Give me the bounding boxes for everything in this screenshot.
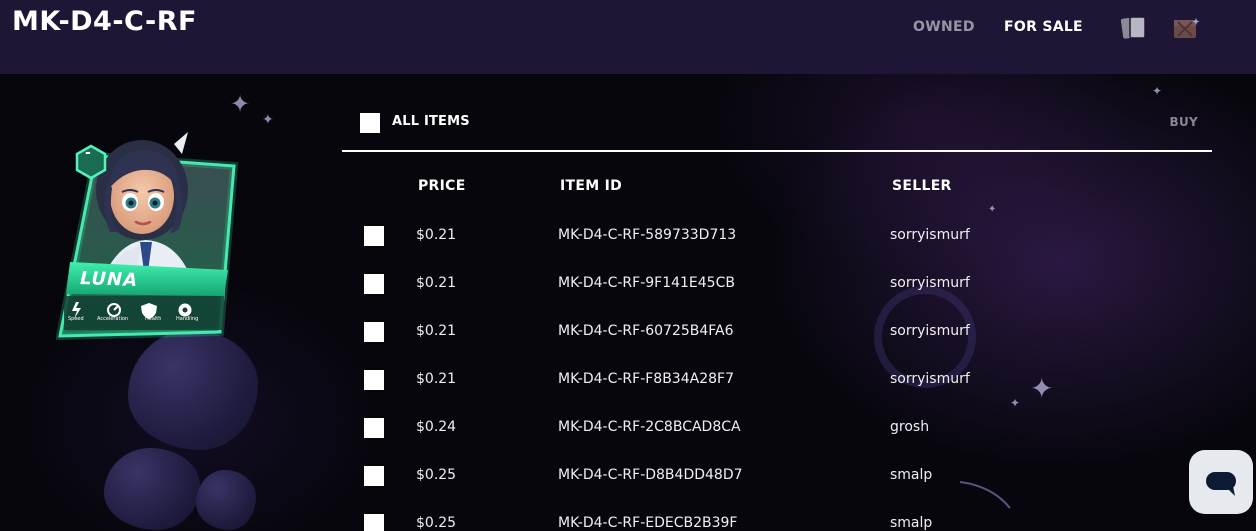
- row-checkbox[interactable]: [364, 322, 384, 342]
- row-item-id: MK-D4-C-RF-589733D713: [558, 227, 737, 243]
- stat-label-speed: Speed: [68, 316, 84, 322]
- table-row[interactable]: $0.21 MK-D4-C-RF-589733D713 sorryismurf: [342, 212, 1212, 260]
- crate-icon[interactable]: [1170, 14, 1200, 42]
- cards-icon[interactable]: [1119, 14, 1149, 42]
- table-row[interactable]: $0.24 MK-D4-C-RF-2C8BCAD8CA grosh: [342, 404, 1212, 452]
- row-item-id: MK-D4-C-RF-2C8BCAD8CA: [558, 419, 741, 435]
- character-card[interactable]: [56, 110, 242, 340]
- sparkle-icon: ✦: [1152, 84, 1163, 98]
- row-checkbox[interactable]: [364, 514, 384, 531]
- row-item-id: MK-D4-C-RF-D8B4DD48D7: [558, 467, 743, 483]
- row-item-id: MK-D4-C-RF-60725B4FA6: [558, 323, 734, 339]
- sparkle-icon: ✦: [262, 112, 274, 128]
- chat-icon: [1206, 472, 1236, 496]
- row-price: $0.21: [416, 323, 457, 339]
- stat-label-handling: Handling: [176, 316, 199, 322]
- row-price: $0.21: [416, 227, 457, 243]
- table-row[interactable]: $0.21 MK-D4-C-RF-F8B34A28F7 sorryismurf: [342, 356, 1212, 404]
- stat-label-acceleration: Acceleration: [97, 316, 129, 322]
- row-checkbox[interactable]: [364, 226, 384, 246]
- row-item-id: MK-D4-C-RF-EDECB2B39F: [558, 515, 738, 531]
- asteroid-rock: [196, 470, 256, 530]
- buy-button[interactable]: BUY: [1170, 115, 1198, 129]
- row-seller: sorryismurf: [890, 227, 970, 243]
- row-item-id: MK-D4-C-RF-F8B34A28F7: [558, 371, 734, 387]
- tab-for-sale[interactable]: FOR SALE: [1004, 19, 1083, 35]
- column-header-item-id[interactable]: ITEM ID: [560, 178, 622, 194]
- chat-support-button[interactable]: [1189, 450, 1253, 514]
- table-row[interactable]: $0.21 MK-D4-C-RF-9F141E45CB sorryismurf: [342, 260, 1212, 308]
- stat-label-health: Health: [145, 316, 162, 322]
- row-price: $0.25: [416, 467, 457, 483]
- row-checkbox[interactable]: [364, 466, 384, 486]
- card-character-name: LUNA: [79, 267, 139, 292]
- row-seller: sorryismurf: [890, 275, 970, 291]
- table-row[interactable]: $0.21 MK-D4-C-RF-60725B4FA6 sorryismurf: [342, 308, 1212, 356]
- table-row[interactable]: $0.25 MK-D4-C-RF-EDECB2B39F smalp: [342, 500, 1212, 531]
- row-checkbox[interactable]: [364, 418, 384, 438]
- row-price: $0.21: [416, 371, 457, 387]
- card-level-badge: -: [85, 145, 91, 161]
- row-item-id: MK-D4-C-RF-9F141E45CB: [558, 275, 735, 291]
- asteroid-rock: [128, 330, 258, 450]
- row-seller: smalp: [890, 515, 933, 531]
- marketplace-page: ✦ ✦ ✦ ✦ ✦ ✦ MK-D4-C-RF OWNED FOR SALE - …: [0, 0, 1256, 531]
- tab-owned[interactable]: OWNED: [913, 19, 975, 35]
- row-price: $0.24: [416, 419, 457, 435]
- page-title: MK-D4-C-RF: [12, 6, 197, 37]
- row-checkbox[interactable]: [364, 370, 384, 390]
- row-seller: sorryismurf: [890, 371, 970, 387]
- listing-toolbar: ALL ITEMS BUY: [342, 110, 1212, 152]
- row-seller: sorryismurf: [890, 323, 970, 339]
- row-seller: grosh: [890, 419, 930, 435]
- row-price: $0.21: [416, 275, 457, 291]
- select-all-label: ALL ITEMS: [392, 114, 470, 129]
- row-checkbox[interactable]: [364, 274, 384, 294]
- row-seller: smalp: [890, 467, 933, 483]
- select-all-checkbox[interactable]: [360, 113, 380, 133]
- column-header-price[interactable]: PRICE: [418, 178, 466, 194]
- column-header-seller[interactable]: SELLER: [892, 178, 952, 194]
- row-price: $0.25: [416, 515, 457, 531]
- asteroid-rock: [104, 448, 200, 530]
- top-header: MK-D4-C-RF OWNED FOR SALE: [0, 0, 1256, 74]
- table-row[interactable]: $0.25 MK-D4-C-RF-D8B4DD48D7 smalp: [342, 452, 1212, 500]
- listing-table-body: $0.21 MK-D4-C-RF-589733D713 sorryismurf …: [342, 212, 1212, 531]
